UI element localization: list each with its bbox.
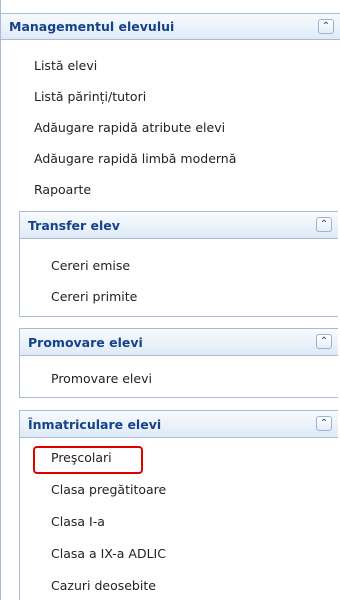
inmatriculare-panel-header[interactable]: Înmatriculare elevi ⌃︎: [20, 411, 338, 438]
collapse-icon[interactable]: ⌃︎: [316, 217, 332, 232]
transfer-panel: Transfer elev ⌃︎ Cereri emise Cereri pri…: [19, 211, 338, 317]
menu-item-lista-elevi[interactable]: Listă elevi: [34, 58, 97, 73]
collapse-icon[interactable]: ⌃︎: [316, 416, 332, 431]
menu-item-promovare-elevi[interactable]: Promovare elevi: [51, 371, 152, 386]
menu-item-lista-parinti[interactable]: Listă părinți/tutori: [34, 89, 146, 104]
transfer-panel-title: Transfer elev: [28, 217, 120, 233]
menu-item-clasa-pregatitoare[interactable]: Clasa pregătitoare: [51, 482, 166, 497]
management-panel-title: Managementul elevului: [9, 19, 175, 34]
highlight-outline: [33, 446, 143, 474]
menu-item-rapoarte[interactable]: Rapoarte: [34, 182, 91, 197]
menu-item-cereri-emise[interactable]: Cereri emise: [51, 258, 130, 273]
management-panel-header[interactable]: Managementul elevului ⌃︎: [0, 13, 340, 40]
transfer-panel-header[interactable]: Transfer elev ⌃︎: [20, 212, 338, 239]
promovare-panel: Promovare elevi ⌃︎ Promovare elevi: [19, 328, 338, 398]
collapse-icon[interactable]: ⌃︎: [318, 19, 334, 34]
promovare-panel-title: Promovare elevi: [28, 334, 143, 350]
menu-item-clasa-i[interactable]: Clasa I-a: [51, 514, 105, 529]
menu-item-atribute-elevi[interactable]: Adăugare rapidă atribute elevi: [34, 120, 225, 135]
inmatriculare-panel-title: Înmatriculare elevi: [28, 416, 162, 432]
menu-item-clasa-ix-adlic[interactable]: Clasa a IX-a ADLIC: [51, 546, 166, 561]
menu-item-cazuri-deosebite[interactable]: Cazuri deosebite: [51, 578, 156, 593]
promovare-panel-header[interactable]: Promovare elevi ⌃︎: [20, 329, 338, 356]
inmatriculare-panel: Înmatriculare elevi ⌃︎ Preşcolari Clasa …: [19, 410, 338, 600]
menu-item-limba-moderna[interactable]: Adăugare rapidă limbă modernă: [34, 151, 236, 166]
menu-item-cereri-primite[interactable]: Cereri primite: [51, 289, 137, 304]
collapse-icon[interactable]: ⌃︎: [316, 334, 332, 349]
